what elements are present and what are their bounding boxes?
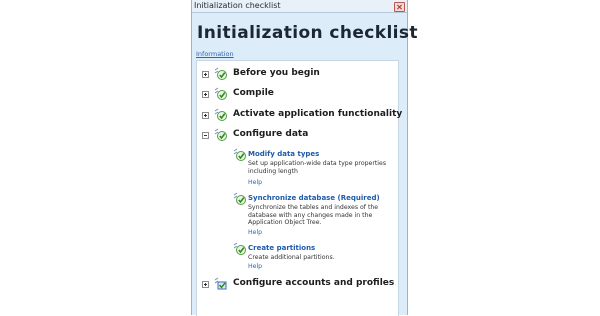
- task-modify-data-types: Modify data types Set up application-wid…: [197, 147, 398, 189]
- task-check-icon: [233, 148, 246, 161]
- checklist-icon: [214, 277, 227, 290]
- checklist-icon: [214, 128, 227, 141]
- window-title: Initialization checklist: [194, 1, 281, 10]
- task-help-link[interactable]: Help: [248, 263, 262, 270]
- section-label: Configure accounts and profiles: [233, 278, 395, 288]
- page-title: Initialization checklist: [197, 23, 418, 43]
- task-description-line: database with any changes made in the: [248, 211, 373, 219]
- task-description-line: Application Object Tree.: [248, 219, 322, 227]
- expand-icon[interactable]: [202, 112, 209, 119]
- expand-icon[interactable]: [202, 281, 209, 288]
- section-activate-application-functionality[interactable]: Activate application functionality: [197, 108, 402, 122]
- task-title-link[interactable]: Create partitions: [248, 244, 315, 252]
- task-description-line: Create additional partitions.: [248, 254, 335, 261]
- task-description: Synchronize the tables and indexes of th…: [248, 204, 388, 227]
- section-compile[interactable]: Compile: [197, 87, 398, 101]
- information-link[interactable]: Information: [196, 50, 234, 58]
- task-check-icon: [233, 242, 246, 255]
- section-before-you-begin[interactable]: Before you begin: [197, 67, 398, 81]
- collapse-icon[interactable]: [202, 132, 209, 139]
- section-label: Compile: [233, 88, 274, 98]
- checklist-panel: Before you begin Compile Activate applic…: [196, 60, 402, 316]
- section-label: Activate application functionality: [233, 109, 403, 119]
- task-description-line: Set up application-wide data type proper…: [248, 160, 387, 167]
- task-create-partitions: Create partitions Create additional part…: [197, 241, 398, 275]
- task-synchronize-database: Synchronize database (Required) Synchron…: [197, 191, 398, 241]
- task-check-icon: [233, 192, 246, 205]
- section-label: Configure data: [233, 129, 309, 139]
- task-title-link[interactable]: Modify data types: [248, 150, 319, 158]
- checklist-icon: [214, 87, 227, 100]
- section-label: Before you begin: [233, 68, 320, 78]
- expand-icon[interactable]: [202, 71, 209, 78]
- checklist-icon: [214, 67, 227, 80]
- task-description: Create additional partitions.: [248, 254, 388, 262]
- task-description-line: Synchronize the tables and indexes of th…: [248, 204, 379, 211]
- task-title-link[interactable]: Synchronize database (Required): [248, 194, 380, 202]
- checklist-icon: [214, 108, 227, 121]
- expand-icon[interactable]: [202, 91, 209, 98]
- section-configure-accounts-and-profiles[interactable]: Configure accounts and profiles: [197, 277, 398, 291]
- task-description-line: including length: [248, 167, 298, 175]
- close-icon[interactable]: [394, 2, 405, 12]
- task-help-link[interactable]: Help: [248, 229, 262, 236]
- initialization-checklist-window: Initialization checklist Initialization …: [191, 0, 418, 316]
- section-configure-data[interactable]: Configure data: [197, 128, 398, 142]
- task-help-link[interactable]: Help: [248, 179, 262, 186]
- title-bar: Initialization checklist: [192, 0, 407, 13]
- task-description: Set up application-wide data type proper…: [248, 160, 388, 175]
